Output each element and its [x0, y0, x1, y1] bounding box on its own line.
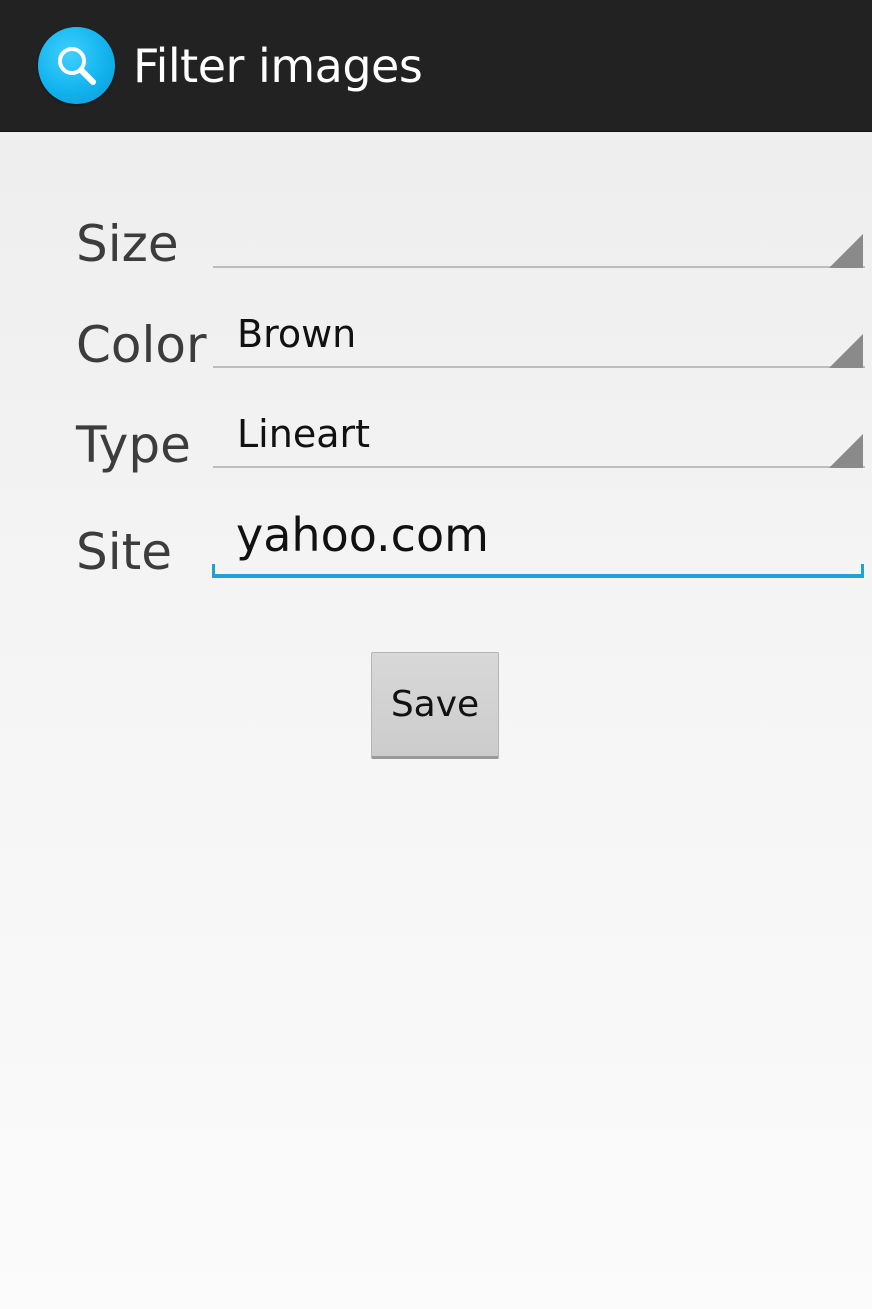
color-underline	[213, 366, 865, 368]
site-input[interactable]: yahoo.com	[212, 500, 864, 578]
color-value: Brown	[237, 312, 357, 356]
page-title: Filter images	[133, 39, 423, 93]
dropdown-arrow-icon	[829, 334, 863, 368]
dropdown-arrow-icon	[829, 234, 863, 268]
type-underline	[213, 466, 865, 468]
site-input-tick-left	[212, 564, 215, 578]
size-spinner[interactable]	[213, 208, 865, 268]
site-input-underline	[212, 574, 864, 578]
dropdown-arrow-icon	[829, 434, 863, 468]
color-label: Color	[76, 316, 207, 374]
type-label: Type	[76, 416, 191, 474]
site-input-tick-right	[861, 564, 864, 578]
save-button[interactable]: Save	[371, 652, 499, 759]
site-input-value: yahoo.com	[236, 508, 489, 562]
color-spinner[interactable]: Brown	[213, 308, 865, 368]
size-label: Size	[76, 215, 179, 273]
action-bar: Filter images	[0, 0, 872, 132]
search-icon[interactable]	[38, 27, 115, 104]
type-spinner[interactable]: Lineart	[213, 408, 865, 468]
site-label: Site	[76, 523, 172, 581]
type-value: Lineart	[237, 412, 370, 456]
size-underline	[213, 266, 865, 268]
